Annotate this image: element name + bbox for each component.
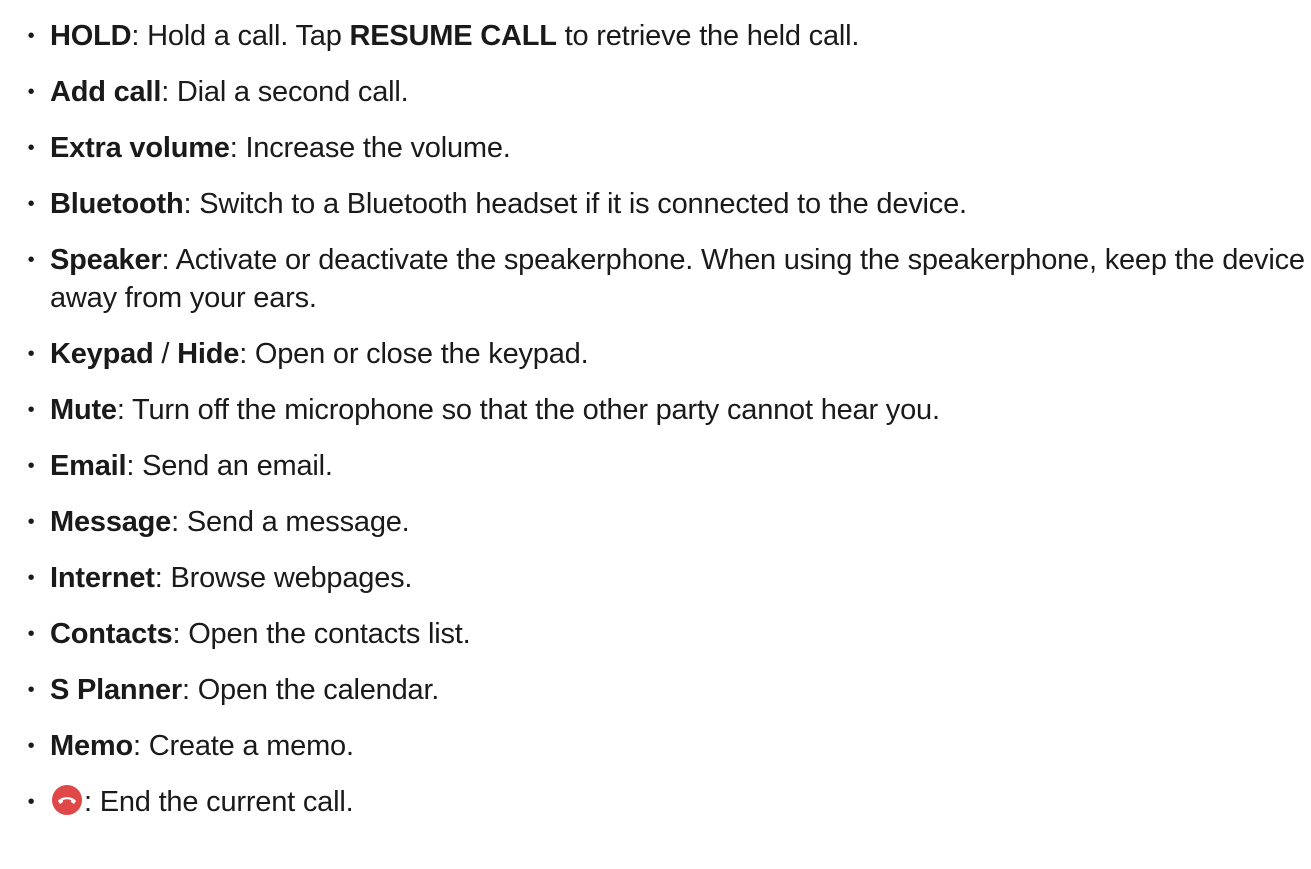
list-item-text: : End the current call. xyxy=(50,783,1308,821)
bullet: • xyxy=(27,399,35,421)
list-item-text: Speaker: Activate or deactivate the spea… xyxy=(50,244,1305,314)
term-contacts: Contacts xyxy=(50,618,173,650)
bullet: • xyxy=(27,137,35,159)
bullet: • xyxy=(27,735,35,757)
bullet: • xyxy=(27,81,35,103)
list-item-text: Internet: Browse webpages. xyxy=(50,562,413,594)
list-item-text: S Planner: Open the calendar. xyxy=(50,674,440,706)
term-speaker: Speaker xyxy=(50,244,162,276)
bullet: • xyxy=(27,343,35,365)
term-hide: Hide xyxy=(177,338,240,370)
list-item-text: Extra volume: Increase the volume. xyxy=(50,132,511,164)
bullet: • xyxy=(27,679,35,701)
list-item-text: Bluetooth: Switch to a Bluetooth headset… xyxy=(50,188,967,220)
bullet: • xyxy=(27,193,35,215)
term-mute: Mute xyxy=(50,394,117,426)
term-message: Message xyxy=(50,506,172,538)
bullet: • xyxy=(27,567,35,589)
term-memo: Memo xyxy=(50,730,133,762)
term-hold: HOLD xyxy=(50,20,132,52)
term-internet: Internet xyxy=(50,562,155,594)
list-item-text: Keypad / Hide: Open or close the keypad. xyxy=(50,338,589,370)
bullet: • xyxy=(27,249,35,271)
bullet: • xyxy=(27,511,35,533)
term-bluetooth: Bluetooth xyxy=(50,188,184,220)
term-s-planner: S Planner xyxy=(50,674,182,706)
list-item-text: Mute: Turn off the microphone so that th… xyxy=(50,394,940,426)
bullet: • xyxy=(27,623,35,645)
bullet: • xyxy=(27,25,35,47)
term-extra-volume: Extra volume xyxy=(50,132,230,164)
bullet: • xyxy=(27,791,35,813)
list-item-text: Add call: Dial a second call. xyxy=(50,76,409,108)
list-item-text: Contacts: Open the contacts list. xyxy=(50,618,471,650)
end-call-icon xyxy=(52,785,82,815)
list-item-text: Message: Send a message. xyxy=(50,506,410,538)
bullet: • xyxy=(27,455,35,477)
list-item-text: Memo: Create a memo. xyxy=(50,730,354,762)
term-email: Email xyxy=(50,450,127,482)
term-resume-call: RESUME CALL xyxy=(349,20,557,52)
term-add-call: Add call xyxy=(50,76,162,108)
list-item-text: HOLD: Hold a call. Tap RESUME CALL to re… xyxy=(50,20,860,52)
term-keypad: Keypad xyxy=(50,338,154,370)
list-item-text: Email: Send an email. xyxy=(50,450,333,482)
